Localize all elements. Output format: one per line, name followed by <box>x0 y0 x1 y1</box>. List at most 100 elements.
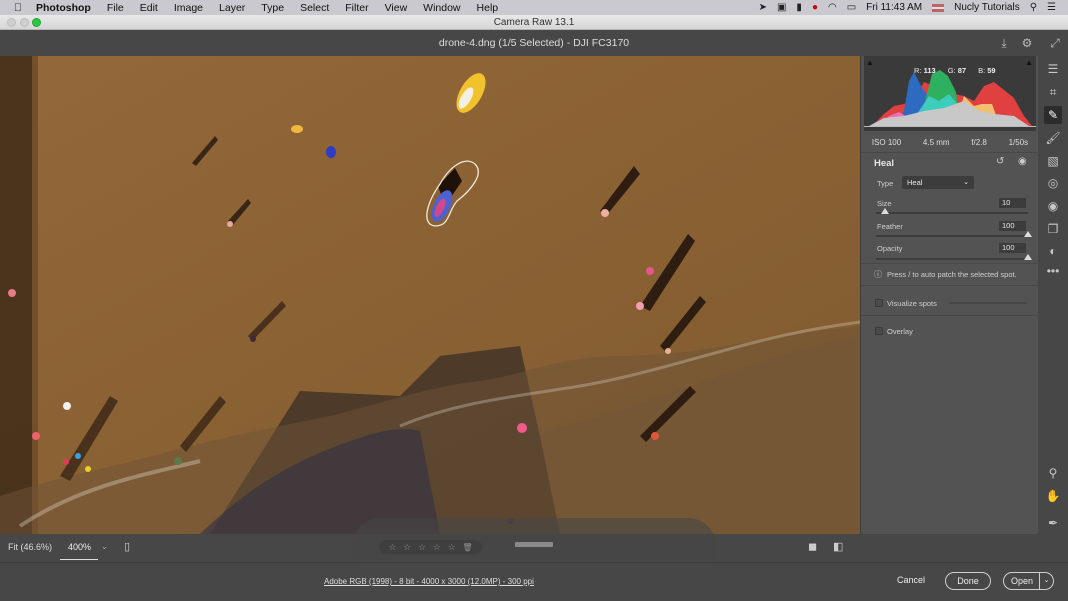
b-label: B: <box>978 66 986 75</box>
overlay-checkbox[interactable] <box>875 327 883 335</box>
zoom-level-value[interactable]: 400% <box>68 542 91 552</box>
feather-slider-thumb[interactable] <box>1024 231 1032 237</box>
menu-type[interactable]: Type <box>261 2 284 14</box>
graduated-filter-icon[interactable]: ▧ <box>1044 152 1062 170</box>
menu-image[interactable]: Image <box>174 2 203 14</box>
adjustment-brush-icon[interactable]: 🖌 <box>1044 129 1062 147</box>
settings-gear-icon[interactable]: ⚙ <box>1019 35 1035 51</box>
window-zoom-button[interactable] <box>32 18 41 27</box>
opacity-slider-thumb[interactable] <box>1024 254 1032 260</box>
menu-view[interactable]: View <box>385 2 408 14</box>
menu-layer[interactable]: Layer <box>219 2 245 14</box>
save-image-icon[interactable]: ⤓ <box>996 35 1012 51</box>
r-label: R: <box>914 66 922 75</box>
zoom-dropdown-chevron-icon[interactable]: ⌄ <box>101 542 108 551</box>
apple-icon[interactable]:  <box>0 2 36 14</box>
creative-cloud-icon[interactable]: ● <box>812 2 818 13</box>
wifi-icon[interactable]: ◠ <box>828 2 837 13</box>
before-after-toggle-icon[interactable]: ◼ <box>808 540 817 553</box>
opacity-label: Opacity <box>877 244 903 253</box>
rgb-readout: R: 113 G: 87 B: 59 <box>914 66 996 75</box>
clock[interactable]: Fri 11:43 AM <box>866 2 922 13</box>
info-icon: ⓘ <box>874 270 882 279</box>
battery-plug-icon[interactable]: ▮ <box>796 2 802 13</box>
feather-value-input[interactable]: 100 <box>999 221 1026 231</box>
g-label: G: <box>947 66 956 75</box>
heal-panel-title: Heal <box>874 158 895 169</box>
exif-info: ISO 100 4.5 mm f/2.8 1/50s <box>861 133 1039 151</box>
overlay-label: Overlay <box>887 327 913 336</box>
star-rating[interactable]: ☆ ☆ ☆ ☆ ☆ 🗑 <box>379 540 482 554</box>
trash-icon[interactable]: 🗑 <box>462 543 472 552</box>
shadow-clipping-icon[interactable]: ▲ <box>866 58 874 67</box>
star-4-icon[interactable]: ☆ <box>433 542 441 553</box>
filmstrip-handle[interactable] <box>515 542 553 547</box>
size-slider-track[interactable] <box>876 212 1028 214</box>
healing-bandage-icon[interactable]: ✎ <box>1044 106 1062 124</box>
hand-tool-icon[interactable]: ✋ <box>1044 487 1062 505</box>
user-name[interactable]: Nucly Tutorials <box>954 2 1020 13</box>
type-dropdown[interactable]: Heal ⌄ <box>902 176 974 189</box>
window-minimize-button[interactable] <box>20 18 29 27</box>
menu-select[interactable]: Select <box>300 2 329 14</box>
menu-filter[interactable]: Filter <box>345 2 368 14</box>
reset-icon[interactable]: ↺ <box>996 156 1004 167</box>
radial-filter-icon[interactable]: ◎ <box>1044 174 1062 192</box>
menu-window[interactable]: Window <box>423 2 460 14</box>
star-3-icon[interactable]: ☆ <box>418 542 426 553</box>
edit-sliders-icon[interactable]: ☰ <box>1044 60 1062 78</box>
fullscreen-toggle-icon[interactable]: ⤢ <box>1047 35 1063 51</box>
snapshots-icon[interactable]: ❐ <box>1044 220 1062 238</box>
done-button[interactable]: Done <box>945 572 991 590</box>
size-slider-thumb[interactable] <box>881 208 890 214</box>
divider <box>861 263 1039 264</box>
visualize-spots-checkbox[interactable] <box>875 299 883 307</box>
open-button[interactable]: Open ⌄ <box>1003 572 1054 590</box>
menu-app-name[interactable]: Photoshop <box>36 2 91 14</box>
spotlight-search-icon[interactable]: ⚲ <box>1030 2 1037 13</box>
opacity-value-input[interactable]: 100 <box>999 243 1026 253</box>
visualize-spots-slider[interactable] <box>949 302 1027 304</box>
aperture-value: f/2.8 <box>971 137 987 147</box>
color-sampler-icon[interactable]: ✒ <box>1044 514 1062 532</box>
compare-view-icon[interactable]: ◧ <box>833 540 843 553</box>
image-preview[interactable] <box>0 56 860 534</box>
visibility-eye-icon[interactable]: ◉ <box>1018 156 1027 167</box>
camera-icon[interactable]: ▣ <box>777 2 786 13</box>
menu-edit[interactable]: Edit <box>140 2 158 14</box>
fit-zoom-button[interactable]: Fit (46.6%) <box>8 542 52 552</box>
open-options-chevron-icon[interactable]: ⌄ <box>1039 573 1053 589</box>
flag-icon[interactable] <box>932 3 945 12</box>
filmstrip-toggle-icon[interactable]: ▯ <box>124 540 130 553</box>
airplay-icon[interactable]: ▭ <box>847 2 856 13</box>
star-1-icon[interactable]: ☆ <box>388 542 396 553</box>
menu-file[interactable]: File <box>107 2 124 14</box>
camera-raw-header: drone-4.dng (1/5 Selected) - DJI FC3170 … <box>0 30 1068 56</box>
g-value: 87 <box>957 66 967 75</box>
star-2-icon[interactable]: ☆ <box>403 542 411 553</box>
location-icon[interactable]: ➤ <box>759 2 767 13</box>
chevron-down-icon: ⌄ <box>963 179 969 186</box>
b-value: 59 <box>987 66 996 75</box>
more-options-icon[interactable]: ••• <box>1044 262 1062 280</box>
red-eye-icon[interactable]: ◉ <box>1044 197 1062 215</box>
iso-value: ISO 100 <box>871 137 902 147</box>
cancel-button[interactable]: Cancel <box>897 575 925 585</box>
window-close-button[interactable] <box>7 18 16 27</box>
menu-help[interactable]: Help <box>477 2 499 14</box>
workflow-options-link[interactable]: Adobe RGB (1998) - 8 bit - 4000 x 3000 (… <box>324 577 534 586</box>
highlight-clipping-icon[interactable]: ▲ <box>1025 58 1033 67</box>
feather-label: Feather <box>877 222 903 231</box>
size-value-input[interactable]: 10 <box>999 198 1026 208</box>
crop-icon[interactable]: ⌗ <box>1044 83 1062 101</box>
size-label: Size <box>877 199 892 208</box>
zoom-tool-icon[interactable]: ⚲ <box>1044 464 1062 482</box>
notification-center-icon[interactable]: ☰ <box>1047 2 1056 13</box>
presets-icon[interactable]: ◐ <box>1044 242 1062 260</box>
window-title: Camera Raw 13.1 <box>493 17 575 28</box>
opacity-slider-track[interactable] <box>876 258 1028 260</box>
star-5-icon[interactable]: ☆ <box>448 542 456 553</box>
focal-length-value: 4.5 mm <box>922 137 950 147</box>
divider <box>861 152 1039 153</box>
feather-slider-track[interactable] <box>876 235 1028 237</box>
